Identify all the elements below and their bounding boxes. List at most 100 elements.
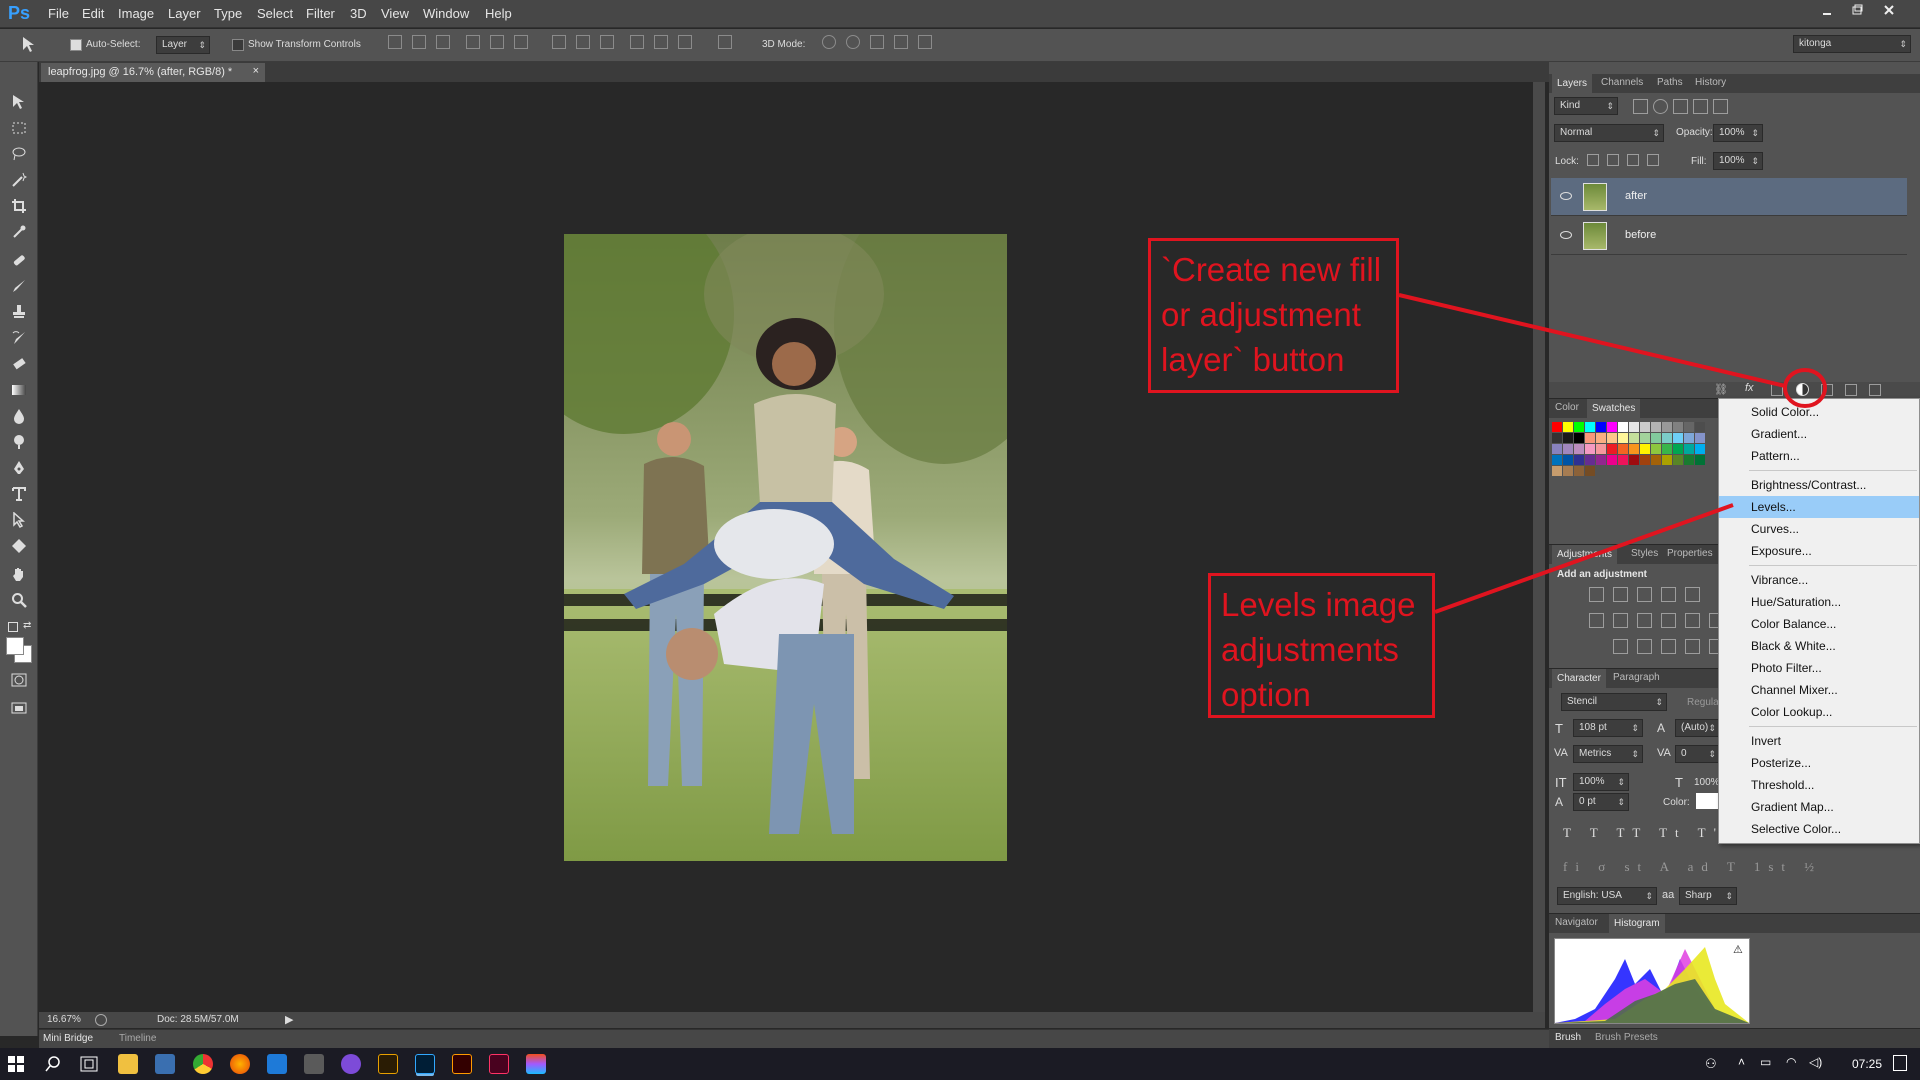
menu-item-photo-filter[interactable]: Photo Filter...: [1719, 657, 1919, 679]
menu-view[interactable]: View: [381, 6, 409, 21]
task-view-icon[interactable]: [80, 1056, 98, 1072]
opacity-field[interactable]: 100%: [1713, 124, 1763, 142]
leading-field[interactable]: (Auto): [1675, 719, 1720, 737]
menu-item-levels[interactable]: Levels...: [1719, 496, 1919, 518]
leapfrog-photo[interactable]: [564, 234, 1007, 861]
color-swatch[interactable]: [1552, 433, 1562, 443]
menu-item-vibrance[interactable]: Vibrance...: [1719, 569, 1919, 591]
lock-all-icon[interactable]: [1647, 154, 1659, 166]
photoshop-taskbar-icon[interactable]: [415, 1054, 435, 1074]
eyedropper-tool-icon[interactable]: [9, 222, 29, 242]
filter-adjustment-icon[interactable]: [1653, 99, 1668, 114]
tab-mini-bridge[interactable]: Mini Bridge: [43, 1033, 93, 1044]
layer-filter-kind[interactable]: Kind: [1554, 97, 1618, 115]
color-swatch[interactable]: [1651, 422, 1661, 432]
hand-tool-icon[interactable]: [9, 564, 29, 584]
close-icon[interactable]: [1874, 1, 1904, 19]
font-style-dropdown[interactable]: Regular: [1687, 697, 1722, 708]
levels-icon[interactable]: [1613, 587, 1628, 602]
curves-icon[interactable]: [1637, 587, 1652, 602]
tab-history[interactable]: History: [1695, 77, 1726, 88]
color-swatch[interactable]: [1662, 433, 1672, 443]
screen-mode-icon[interactable]: [9, 698, 29, 718]
align-top-icon[interactable]: [388, 35, 402, 49]
font-size-field[interactable]: 108 pt: [1573, 719, 1643, 737]
menu-item-invert[interactable]: Invert: [1719, 730, 1919, 752]
status-info-icon[interactable]: [95, 1014, 107, 1026]
default-colors-icon[interactable]: [8, 622, 18, 632]
move-tool-icon[interactable]: [9, 92, 29, 112]
adjustment-layer-icon[interactable]: [1796, 383, 1809, 396]
baseline-shift-field[interactable]: 0 pt: [1573, 793, 1629, 811]
kerning-field[interactable]: Metrics: [1573, 745, 1643, 763]
color-swatch[interactable]: [1662, 444, 1672, 454]
color-swatch[interactable]: [1574, 466, 1584, 476]
color-swatch[interactable]: [1629, 422, 1639, 432]
status-menu-arrow-icon[interactable]: ▶: [285, 1013, 293, 1026]
filter-type-icon[interactable]: [1673, 99, 1688, 114]
black-white-icon[interactable]: [1637, 613, 1652, 628]
color-balance-icon[interactable]: [1613, 613, 1628, 628]
tab-brush[interactable]: Brush: [1555, 1032, 1581, 1043]
crop-tool-icon[interactable]: [9, 196, 29, 216]
zoom-tool-icon[interactable]: [9, 590, 29, 610]
distribute-hcenter-icon[interactable]: [654, 35, 668, 49]
visibility-eye-icon[interactable]: [1560, 192, 1572, 200]
distribute-bottom-icon[interactable]: [600, 35, 614, 49]
color-swatch[interactable]: [1662, 422, 1672, 432]
menu-layer[interactable]: Layer: [168, 6, 201, 21]
color-swatch[interactable]: [1618, 433, 1628, 443]
color-swatch[interactable]: [1651, 433, 1661, 443]
color-swatch[interactable]: [1574, 444, 1584, 454]
close-tab-icon[interactable]: ×: [253, 65, 259, 77]
color-swatch[interactable]: [1574, 422, 1584, 432]
color-swatch[interactable]: [1629, 455, 1639, 465]
new-layer-icon[interactable]: [1845, 384, 1857, 396]
distribute-left-icon[interactable]: [630, 35, 644, 49]
color-swatch[interactable]: [1695, 455, 1705, 465]
restore-icon[interactable]: [1842, 1, 1872, 19]
distribute-right-icon[interactable]: [678, 35, 692, 49]
menu-item-solid-color[interactable]: Solid Color...: [1719, 401, 1919, 423]
distribute-top-icon[interactable]: [552, 35, 566, 49]
color-swatch[interactable]: [1673, 455, 1683, 465]
color-swatch[interactable]: [1651, 455, 1661, 465]
horizontal-scale-field[interactable]: 100%: [1694, 777, 1720, 788]
color-swatch[interactable]: [1695, 444, 1705, 454]
auto-select-checkbox[interactable]: [70, 39, 82, 51]
color-swatch[interactable]: [1563, 444, 1573, 454]
color-swatch[interactable]: [1684, 455, 1694, 465]
align-left-icon[interactable]: [466, 35, 480, 49]
history-brush-tool-icon[interactable]: [9, 328, 29, 348]
menu-item-gradient-map[interactable]: Gradient Map...: [1719, 796, 1919, 818]
notifications-icon[interactable]: [1893, 1055, 1907, 1071]
menu-item-selective-color[interactable]: Selective Color...: [1719, 818, 1919, 840]
windows-start-icon[interactable]: [8, 1056, 24, 1072]
color-swatch[interactable]: [1596, 455, 1606, 465]
menu-edit[interactable]: Edit: [82, 6, 104, 21]
menu-image[interactable]: Image: [118, 6, 154, 21]
font-family-dropdown[interactable]: Stencil: [1561, 693, 1667, 711]
color-swatch[interactable]: [1607, 422, 1617, 432]
volume-icon[interactable]: ◁): [1809, 1055, 1822, 1069]
color-swatch[interactable]: [1585, 466, 1595, 476]
git-icon[interactable]: [304, 1054, 324, 1074]
color-swatch[interactable]: [1563, 433, 1573, 443]
menu-window[interactable]: Window: [423, 6, 469, 21]
lock-transparent-icon[interactable]: [1587, 154, 1599, 166]
visibility-eye-icon[interactable]: [1560, 231, 1572, 239]
file-explorer-icon[interactable]: [118, 1054, 138, 1074]
tab-styles[interactable]: Styles: [1631, 548, 1658, 559]
fx-icon[interactable]: fx: [1745, 382, 1754, 394]
menu-3d[interactable]: 3D: [350, 6, 367, 21]
language-dropdown[interactable]: English: USA: [1557, 887, 1657, 905]
menu-item-channel-mixer[interactable]: Channel Mixer...: [1719, 679, 1919, 701]
color-swatch[interactable]: [1585, 422, 1595, 432]
posterize-icon[interactable]: [1637, 639, 1652, 654]
menu-item-posterize[interactable]: Posterize...: [1719, 752, 1919, 774]
auto-select-dropdown[interactable]: Layer: [156, 36, 210, 54]
color-swatch[interactable]: [1640, 433, 1650, 443]
3d-scale-icon[interactable]: [918, 35, 932, 49]
color-swatch[interactable]: [1574, 455, 1584, 465]
menu-select[interactable]: Select: [257, 6, 293, 21]
